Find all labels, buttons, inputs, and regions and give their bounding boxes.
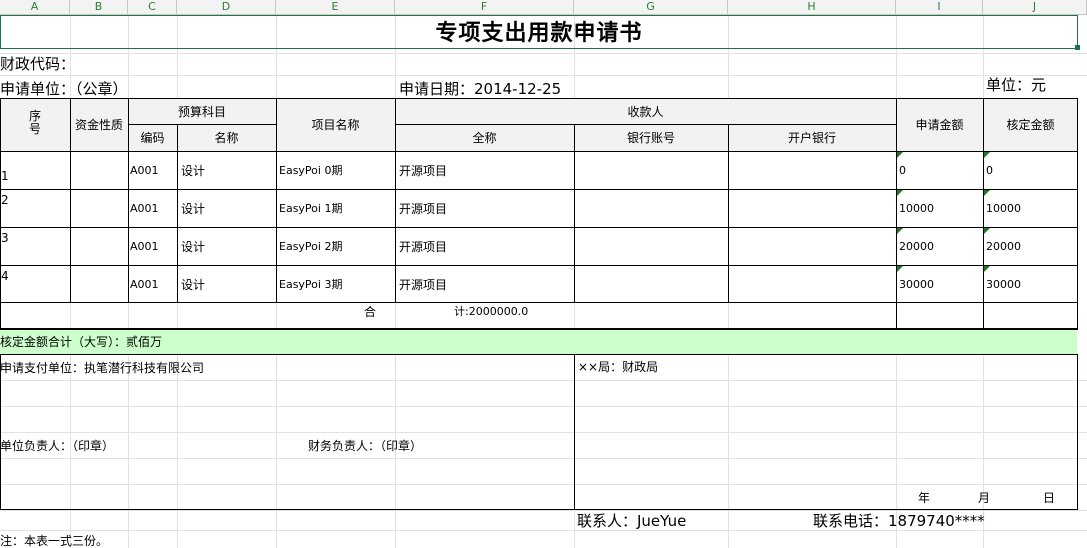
note-text: 注：本表一式三份。 — [0, 534, 109, 548]
number-as-text-icon — [897, 190, 903, 196]
finance-code-label: 财政代码： — [0, 55, 76, 73]
fill-handle[interactable] — [1075, 45, 1080, 50]
row-seq: 1 — [1, 169, 9, 183]
date-day: 日 — [1043, 491, 1056, 505]
bureau-text: ××局：财政局 — [578, 360, 659, 374]
row-name: 设计 — [181, 164, 206, 178]
row-project: EasyPoi 3期 — [279, 278, 343, 291]
row-payee: 开源项目 — [399, 278, 448, 292]
number-as-text-icon — [984, 152, 990, 158]
number-as-text-icon — [984, 190, 990, 196]
approved-total-text: 核定金额合计（大写）：贰佰万 — [0, 335, 163, 349]
column-header-bar: A B C D E F G H I J — [0, 0, 1087, 15]
header-project-name: 项目名称 — [311, 118, 360, 132]
column-header-d[interactable]: D — [177, 0, 276, 14]
number-as-text-icon — [984, 228, 990, 234]
row-seq: 4 — [1, 269, 9, 283]
header-approved-amount: 核定金额 — [1006, 118, 1055, 132]
row-apply: 30000 — [899, 278, 934, 291]
header-bank: 开户银行 — [787, 131, 836, 145]
number-as-text-icon — [897, 152, 903, 158]
apply-date-label: 申请日期：2014-12-25 — [399, 80, 562, 98]
header-fund-nature: 资金性质 — [74, 118, 123, 132]
unit-head-text: 单位负责人：（印章） — [0, 439, 115, 453]
row-name: 设计 — [181, 202, 206, 216]
row-name: 设计 — [181, 240, 206, 254]
row-code: A001 — [130, 202, 159, 215]
row-approved: 30000 — [986, 278, 1021, 291]
header-bank-account: 银行账号 — [626, 131, 675, 145]
row-seq: 3 — [1, 231, 9, 245]
row-seq: 2 — [1, 193, 9, 207]
contact-text: 联系人：JueYue — [577, 512, 687, 530]
row-payee: 开源项目 — [399, 240, 448, 254]
column-header-i[interactable]: I — [896, 0, 983, 14]
pay-unit-text: 申请支付单位：执笔潜行科技有限公司 — [0, 361, 205, 375]
total-label: 合 — [364, 305, 377, 319]
unit-label: 单位：元 — [986, 76, 1047, 94]
phone-text: 联系电话：1879740**** — [813, 512, 985, 530]
row-approved: 10000 — [986, 202, 1021, 215]
column-header-e[interactable]: E — [276, 0, 395, 14]
header-name: 名称 — [214, 131, 239, 145]
column-header-j[interactable]: J — [983, 0, 1087, 14]
header-apply-amount: 申请金额 — [915, 118, 964, 132]
row-code: A001 — [130, 240, 159, 253]
row-name: 设计 — [181, 278, 206, 292]
total-value: 计:2000000.0 — [454, 305, 529, 318]
row-apply: 20000 — [899, 240, 934, 253]
column-header-c[interactable]: C — [128, 0, 177, 14]
row-project: EasyPoi 0期 — [279, 164, 343, 177]
column-header-h[interactable]: H — [728, 0, 896, 14]
header-full-name: 全称 — [472, 131, 497, 145]
number-as-text-icon — [897, 266, 903, 272]
header-budget-subject: 预算科目 — [177, 105, 226, 119]
row-apply: 10000 — [899, 202, 934, 215]
applicant-unit-label: 申请单位：（公章） — [0, 80, 128, 98]
row-approved: 20000 — [986, 240, 1021, 253]
column-header-b[interactable]: B — [70, 0, 128, 14]
row-apply: 0 — [899, 164, 906, 177]
date-year: 年 — [918, 491, 931, 505]
signature-block — [0, 354, 1078, 510]
header-seq: 序号 — [28, 109, 41, 136]
sheet-title: 专项支出用款申请书 — [435, 20, 643, 46]
date-month: 月 — [978, 491, 991, 505]
finance-head-text: 财务负责人：（印章） — [308, 439, 423, 453]
row-payee: 开源项目 — [399, 202, 448, 216]
column-header-a[interactable]: A — [0, 0, 70, 14]
column-header-g[interactable]: G — [574, 0, 728, 14]
number-as-text-icon — [984, 266, 990, 272]
header-code: 编码 — [140, 131, 165, 145]
row-project: EasyPoi 1期 — [279, 202, 343, 215]
column-header-f[interactable]: F — [395, 0, 574, 14]
header-payee: 收款人 — [627, 105, 664, 119]
row-payee: 开源项目 — [399, 164, 448, 178]
row-code: A001 — [130, 164, 159, 177]
number-as-text-icon — [897, 228, 903, 234]
row-project: EasyPoi 2期 — [279, 240, 343, 253]
row-code: A001 — [130, 278, 159, 291]
row-approved: 0 — [986, 164, 993, 177]
